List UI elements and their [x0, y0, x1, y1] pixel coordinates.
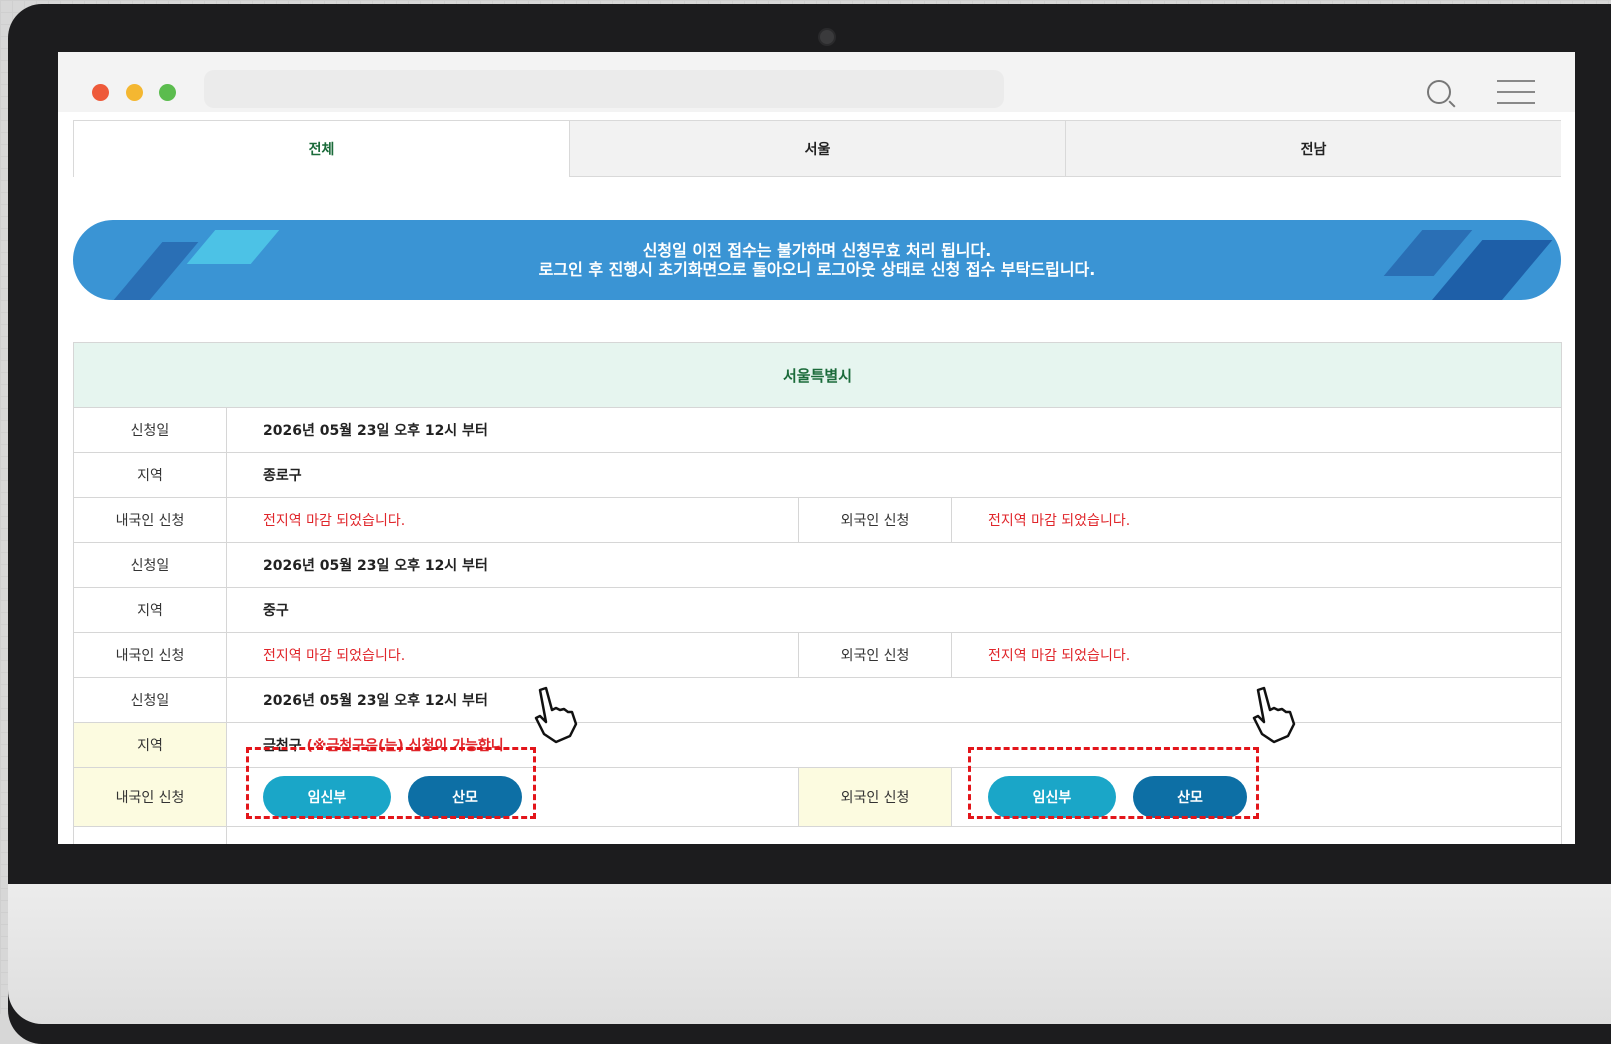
domestic-status: 전지역 마감 되었습니다.: [226, 632, 799, 678]
table-row: 내국인 신청 전지역 마감 되었습니다. 외국인 신청 전지역 마감 되었습니다…: [73, 497, 1563, 543]
region-label: 지역: [73, 452, 227, 498]
highlight-box-domestic: [246, 747, 536, 819]
region-tabs: 전체 서울 전남: [73, 120, 1561, 177]
address-bar[interactable]: [204, 70, 1004, 108]
pointing-hand-icon: [1252, 686, 1296, 744]
table-row: 신청일 2026년 05월 23일 오후 12시 부터: [73, 407, 1563, 453]
table-row: 신청일 2026년 05월 23일 오후 12시 부터: [73, 542, 1563, 588]
foreign-label: 외국인 신청: [798, 632, 952, 678]
banner-stripe: [186, 230, 280, 264]
banner-line-2: 로그인 후 진행시 초기화면으로 돌아오니 로그아웃 상태로 신청 접수 부탁드…: [538, 260, 1096, 279]
domestic-label: 내국인 신청: [73, 767, 227, 827]
domestic-label: 내국인 신청: [73, 632, 227, 678]
region-value: 중구: [225, 587, 1563, 633]
tab-jeonnam[interactable]: 전남: [1066, 121, 1561, 177]
search-icon[interactable]: [1427, 80, 1451, 104]
table-row: 신청일 2026년 05월 23일 오후 12시 부터: [73, 677, 1563, 723]
banner-line-1: 신청일 이전 접수는 불가하며 신청무효 처리 됩니다.: [642, 241, 992, 260]
empty-cell: [73, 826, 227, 844]
table-row: 내국인 신청 전지역 마감 되었습니다. 외국인 신청 전지역 마감 되었습니다…: [73, 632, 1563, 678]
pointing-hand-icon: [534, 686, 578, 744]
notice-banner: 신청일 이전 접수는 불가하며 신청무효 처리 됩니다. 로그인 후 진행시 초…: [73, 220, 1561, 300]
domestic-label: 내국인 신청: [73, 497, 227, 543]
region-label: 지역: [73, 722, 227, 768]
date-label: 신청일: [73, 407, 227, 453]
tab-all[interactable]: 전체: [73, 121, 570, 177]
browser-toolbar: [58, 52, 1575, 112]
table-row: 지역 종로구: [73, 452, 1563, 498]
date-value: 2026년 05월 23일 오후 12시 부터: [225, 677, 1563, 723]
foreign-label: 외국인 신청: [798, 767, 952, 827]
table-header: 서울특별시: [72, 342, 1563, 408]
date-value: 2026년 05월 23일 오후 12시 부터: [225, 407, 1563, 453]
window-maximize-icon[interactable]: [159, 84, 176, 101]
tab-seoul[interactable]: 서울: [570, 121, 1066, 177]
date-label: 신청일: [73, 542, 227, 588]
table-row: 지역 중구: [73, 587, 1563, 633]
browser-screen: 전체 서울 전남 신청일 이전 접수는 불가하며 신청무효 처리 됩니다. 로그…: [58, 52, 1575, 844]
domestic-status: 전지역 마감 되었습니다.: [226, 497, 799, 543]
banner-stripe: [103, 242, 199, 300]
highlight-box-foreign: [968, 747, 1259, 819]
camera-icon: [818, 28, 836, 46]
menu-icon[interactable]: [1497, 80, 1535, 104]
foreign-status: 전지역 마감 되었습니다.: [950, 497, 1563, 543]
region-value: 종로구: [225, 452, 1563, 498]
window-close-icon[interactable]: [92, 84, 109, 101]
region-label: 지역: [73, 587, 227, 633]
date-value: 2026년 05월 23일 오후 12시 부터: [225, 542, 1563, 588]
window-minimize-icon[interactable]: [126, 84, 143, 101]
empty-cell: [225, 826, 1563, 844]
table-row: [73, 826, 1563, 844]
monitor-chin: [8, 884, 1611, 1024]
foreign-label: 외국인 신청: [798, 497, 952, 543]
date-label: 신청일: [73, 677, 227, 723]
foreign-status: 전지역 마감 되었습니다.: [950, 632, 1563, 678]
